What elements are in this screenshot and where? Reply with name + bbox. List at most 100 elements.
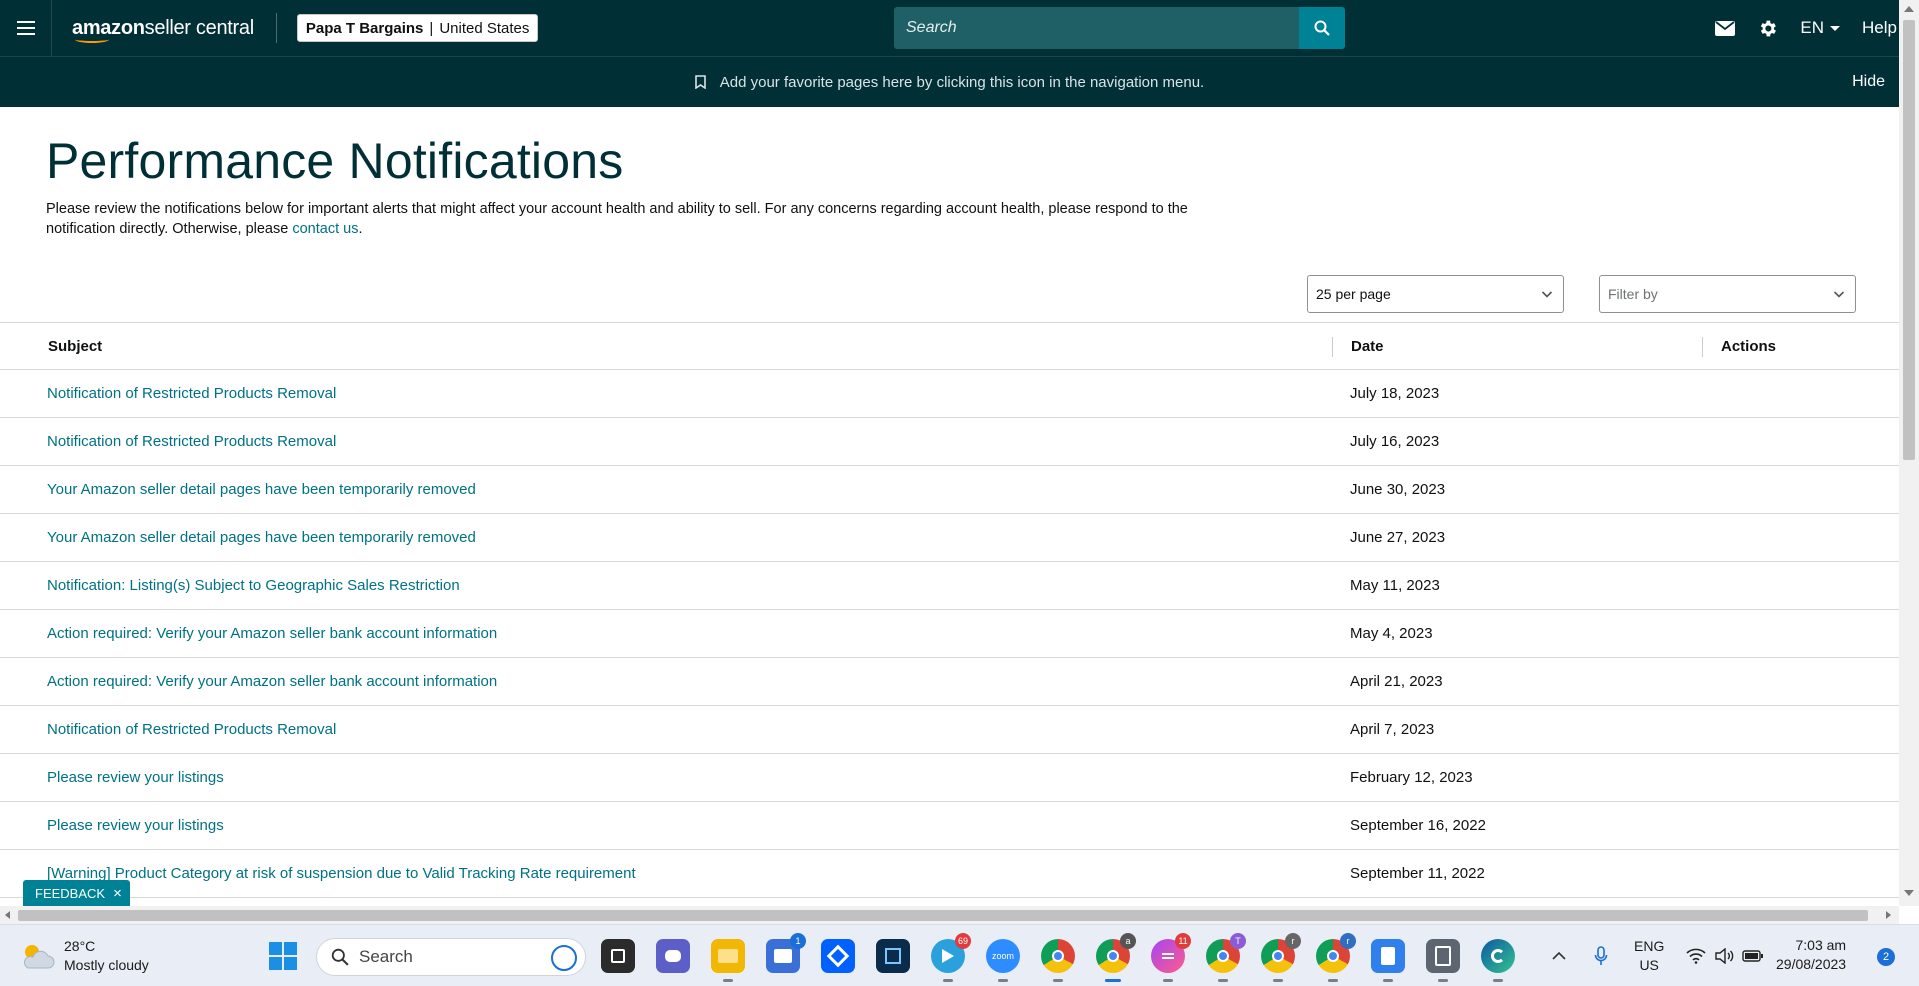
search-icon: [1314, 20, 1330, 36]
clock-date-text: 29/08/2023: [1776, 956, 1847, 972]
notifications-table: Subject Date Actions Notification of Res…: [0, 322, 1899, 898]
dropbox-icon: [826, 944, 850, 968]
table-row: Notification of Restricted Products Remo…: [0, 370, 1899, 418]
table-row: Action required: Verify your Amazon sell…: [0, 610, 1899, 658]
filter-select[interactable]: Filter by: [1599, 275, 1856, 313]
notification-subject-link[interactable]: Action required: Verify your Amazon sell…: [47, 673, 497, 690]
notification-subject-link[interactable]: Please review your listings: [47, 817, 224, 834]
search-icon: [331, 948, 349, 966]
store-name: Papa T Bargains: [305, 19, 424, 37]
column-resize-handle[interactable]: [1702, 337, 1703, 357]
feedback-button[interactable]: FEEDBACK ×: [23, 880, 130, 906]
volume-icon[interactable]: [1714, 948, 1734, 964]
scroll-up-icon[interactable]: [1904, 6, 1914, 12]
gear-icon: [1761, 20, 1777, 36]
teams-chat-button[interactable]: [656, 939, 690, 973]
notification-date: September 16, 2022: [1350, 817, 1486, 834]
notification-subject-link[interactable]: Your Amazon seller detail pages have bee…: [47, 529, 476, 546]
chrome-profile-avatar: T: [1230, 933, 1246, 949]
notification-date: September 11, 2022: [1350, 865, 1485, 882]
table-row: Notification of Restricted Products Remo…: [0, 706, 1899, 754]
show-hidden-icons-chevron-up-icon[interactable]: [1552, 951, 1566, 961]
notification-subject-link[interactable]: Notification of Restricted Products Remo…: [47, 385, 336, 402]
chrome-profile-avatar: r: [1340, 933, 1356, 949]
chrome-icon: [1217, 950, 1229, 962]
app-button[interactable]: [876, 939, 910, 973]
microsoft-store-button[interactable]: 1: [766, 933, 806, 973]
seller-central-logo[interactable]: amazon seller central: [72, 0, 254, 56]
scroll-left-icon[interactable]: [5, 911, 10, 919]
nav-divider: [275, 13, 277, 43]
column-resize-handle[interactable]: [1332, 337, 1333, 357]
notification-subject-link[interactable]: Your Amazon seller detail pages have bee…: [47, 481, 476, 498]
chevron-down-icon: [1541, 291, 1553, 298]
chrome-profile-t-button[interactable]: T: [1206, 933, 1246, 982]
notification-subject-link[interactable]: Notification of Restricted Products Remo…: [47, 433, 336, 450]
search-input[interactable]: [894, 7, 1299, 49]
running-indicator: [1438, 979, 1448, 982]
table-row: [Warning] Product Category at risk of su…: [0, 850, 1899, 898]
column-header-subject[interactable]: Subject: [48, 338, 102, 355]
notepad-button[interactable]: [1371, 939, 1405, 982]
feedback-close-icon[interactable]: ×: [113, 885, 122, 902]
task-view-icon: [611, 949, 625, 963]
store-switcher[interactable]: Papa T Bargains | United States: [296, 14, 539, 42]
store-region: United States: [439, 19, 530, 37]
contact-us-link[interactable]: contact us: [292, 221, 358, 237]
vertical-scrollbar[interactable]: [1899, 0, 1919, 906]
caret-down-icon: [1830, 25, 1841, 31]
zoom-button[interactable]: zoom: [986, 939, 1020, 982]
edge-button[interactable]: [1481, 939, 1515, 982]
scroll-right-icon[interactable]: [1886, 911, 1891, 919]
battery-icon[interactable]: [1742, 949, 1764, 963]
chrome-icon: [1327, 950, 1339, 962]
hide-banner-button[interactable]: Hide: [1852, 73, 1885, 91]
chrome-active-button[interactable]: a: [1096, 933, 1136, 982]
running-indicator: [1053, 979, 1063, 982]
chrome-profile-r-button[interactable]: r: [1261, 933, 1301, 982]
input-language-indicator[interactable]: ENG US: [1634, 937, 1664, 975]
clock-time: 7:03 am: [1795, 937, 1847, 953]
scroll-down-icon[interactable]: [1904, 890, 1914, 896]
calculator-button[interactable]: [1426, 939, 1460, 982]
horizontal-scroll-thumb[interactable]: [18, 910, 1868, 921]
notification-subject-link[interactable]: Notification: Listing(s) Subject to Geog…: [47, 577, 460, 594]
messenger-button[interactable]: 11: [1151, 933, 1191, 982]
notification-center-badge[interactable]: 2: [1877, 948, 1895, 966]
file-explorer-button[interactable]: [711, 939, 745, 982]
column-header-actions: Actions: [1721, 338, 1777, 355]
weather-widget[interactable]: 28°C Mostly cloudy: [20, 937, 149, 975]
menu-hamburger-button[interactable]: [0, 0, 52, 56]
clock-date[interactable]: 7:03 am 29/08/2023: [1776, 936, 1846, 974]
search-button[interactable]: [1299, 7, 1345, 49]
dropbox-button[interactable]: [821, 939, 855, 973]
table-row: Your Amazon seller detail pages have bee…: [0, 514, 1899, 562]
chrome-profile-r2-button[interactable]: r: [1316, 933, 1356, 982]
notification-subject-link[interactable]: Notification of Restricted Products Remo…: [47, 721, 336, 738]
task-view-button[interactable]: [601, 939, 635, 973]
intro-body: Please review the notifications below fo…: [46, 201, 1188, 237]
messages-button[interactable]: [1715, 20, 1736, 36]
taskbar-search[interactable]: Search: [316, 938, 586, 976]
vertical-scroll-thumb[interactable]: [1903, 20, 1915, 460]
mail-icon: [1715, 20, 1736, 36]
telegram-button[interactable]: 69: [931, 933, 971, 982]
intro-text: Please review the notifications below fo…: [46, 199, 1246, 239]
page-title: Performance Notifications: [46, 133, 624, 189]
per-page-select[interactable]: 25 per page: [1307, 275, 1564, 313]
start-button[interactable]: [266, 939, 300, 973]
notification-subject-link[interactable]: Action required: Verify your Amazon sell…: [47, 625, 497, 642]
settings-button[interactable]: [1757, 18, 1778, 39]
notification-date: June 30, 2023: [1350, 481, 1446, 498]
language-selector[interactable]: EN: [1800, 18, 1841, 38]
horizontal-scrollbar[interactable]: [0, 906, 1899, 924]
chrome-profile-button[interactable]: [1041, 939, 1075, 982]
notification-subject-link[interactable]: Please review your listings: [47, 769, 224, 786]
help-link[interactable]: Help: [1862, 18, 1897, 38]
wifi-icon[interactable]: [1686, 948, 1706, 964]
running-indicator: [998, 979, 1008, 982]
microphone-icon[interactable]: [1594, 946, 1608, 966]
store-separator: |: [429, 19, 434, 37]
notification-subject-link[interactable]: [Warning] Product Category at risk of su…: [47, 865, 636, 882]
column-header-date[interactable]: Date: [1351, 338, 1384, 355]
